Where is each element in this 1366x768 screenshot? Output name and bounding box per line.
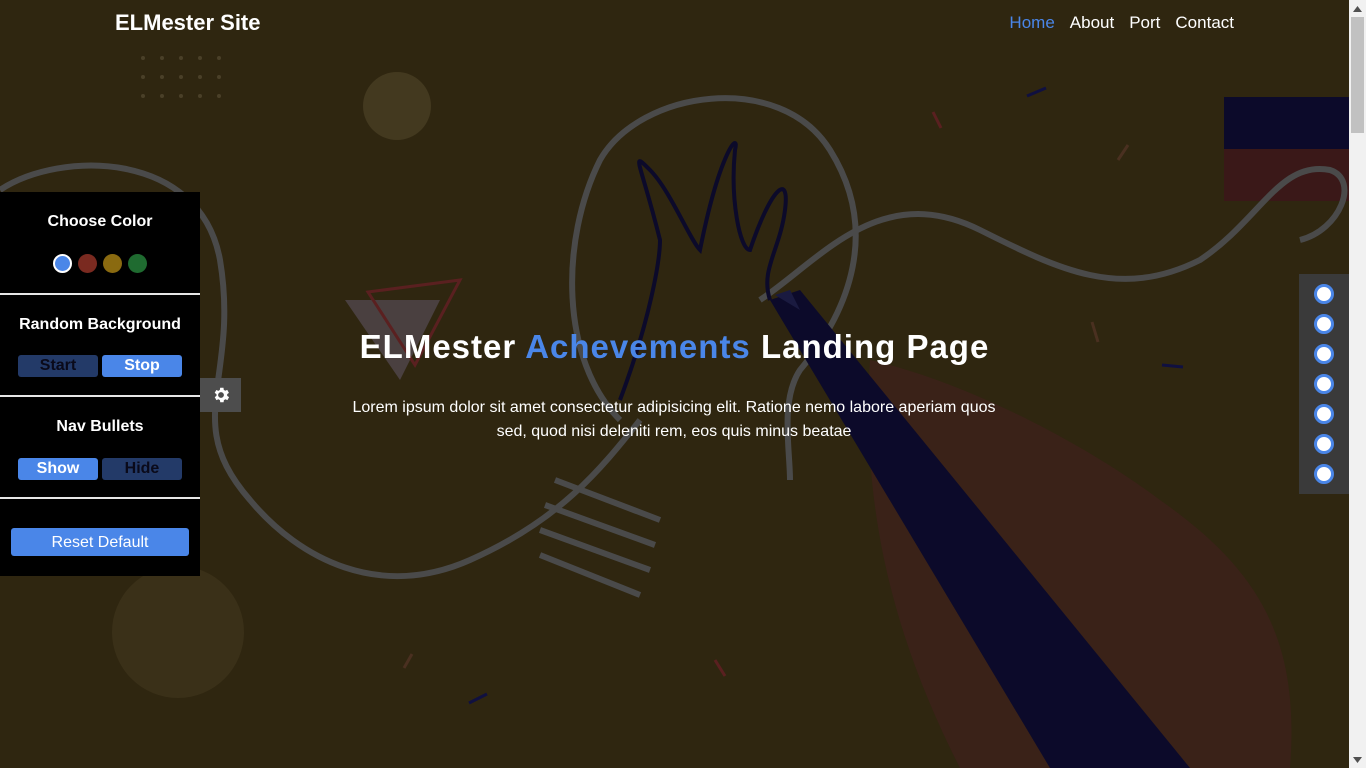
random-bg-start-button[interactable]: Start — [18, 355, 98, 377]
hero-title-end: Landing Page — [760, 328, 990, 365]
random-background-options: Start Stop — [0, 355, 200, 377]
scrollbar-thumb[interactable] — [1351, 17, 1364, 133]
color-swatch-blue[interactable] — [53, 254, 72, 273]
random-background-title: Random Background — [19, 316, 181, 333]
bullets-show-button[interactable]: Show — [18, 458, 98, 480]
nav-link-home[interactable]: Home — [1009, 12, 1054, 34]
nav-bullet[interactable] — [1314, 344, 1334, 364]
settings-panel: Choose Color Random Background Start Sto… — [0, 192, 200, 576]
nav-bullet[interactable] — [1314, 284, 1334, 304]
hero-title: ELMester Achevements Landing Page — [0, 326, 1349, 368]
bullets-hide-button[interactable]: Hide — [102, 458, 182, 480]
nav-bullet[interactable] — [1314, 464, 1334, 484]
scroll-up-arrow-icon[interactable] — [1349, 0, 1366, 17]
nav-bullet[interactable] — [1314, 404, 1334, 424]
site-logo[interactable]: ELMester Site — [115, 10, 261, 36]
color-swatches — [0, 254, 200, 273]
nav-bullets-title: Nav Bullets — [56, 418, 144, 435]
random-background-section: Random Background Start Stop — [0, 315, 200, 377]
nav-bullets — [1299, 274, 1349, 494]
nav-link-contact[interactable]: Contact — [1175, 12, 1234, 34]
reset-default-button[interactable]: Reset Default — [11, 528, 189, 556]
settings-toggle-button[interactable] — [200, 378, 241, 412]
nav-bullet[interactable] — [1314, 434, 1334, 454]
gear-icon — [214, 387, 229, 403]
choose-color-section: Choose Color — [0, 212, 200, 273]
color-swatch-red[interactable] — [78, 254, 97, 273]
hero-title-start: ELMester — [359, 328, 517, 365]
hero-title-accent: Achevements — [525, 328, 751, 365]
scroll-down-arrow-icon[interactable] — [1349, 751, 1366, 768]
nav-bullet[interactable] — [1314, 314, 1334, 334]
page-scrollbar[interactable] — [1349, 0, 1366, 768]
divider — [0, 395, 200, 397]
divider — [0, 293, 200, 295]
nav-link-about[interactable]: About — [1070, 12, 1114, 34]
color-swatch-green[interactable] — [128, 254, 147, 273]
choose-color-title: Choose Color — [47, 213, 153, 230]
color-swatch-yellow[interactable] — [103, 254, 122, 273]
divider — [0, 497, 200, 499]
main-nav: Home About Port Contact — [1009, 12, 1234, 34]
random-bg-stop-button[interactable]: Stop — [102, 355, 182, 377]
nav-bullets-options: Show Hide — [0, 458, 200, 480]
nav-bullet[interactable] — [1314, 374, 1334, 394]
nav-bullets-section: Nav Bullets Show Hide — [0, 417, 200, 480]
landing-page: ELMester Site Home About Port Contact EL… — [0, 0, 1366, 768]
nav-link-port[interactable]: Port — [1129, 12, 1160, 34]
hero-description: Lorem ipsum dolor sit amet consectetur a… — [352, 399, 996, 440]
